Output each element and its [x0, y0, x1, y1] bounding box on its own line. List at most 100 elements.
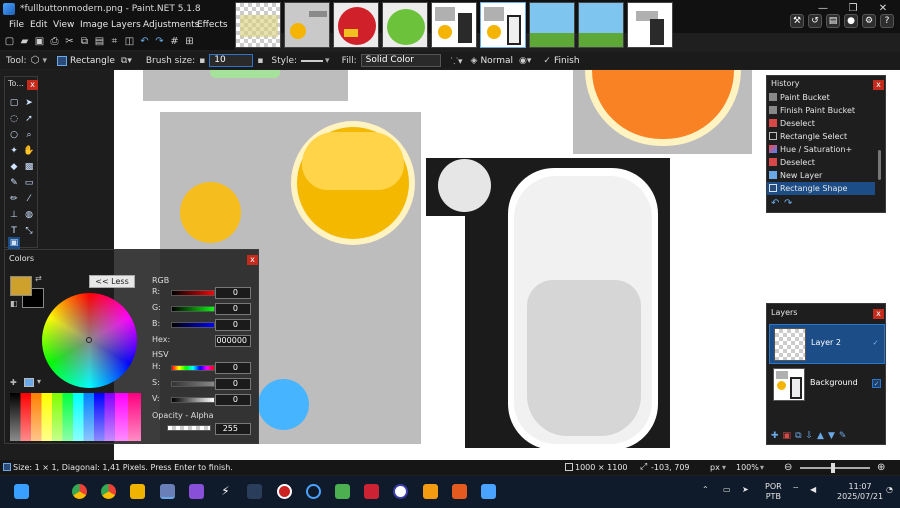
- move-layer-up-icon[interactable]: ▲: [817, 431, 824, 441]
- saturation-value-input[interactable]: 0: [215, 378, 251, 390]
- value-slider[interactable]: [171, 397, 215, 403]
- pan-tool-icon[interactable]: ✋: [23, 145, 35, 157]
- menu-adjustments[interactable]: Adjustments: [143, 17, 199, 33]
- finish-button[interactable]: Finish: [554, 56, 580, 66]
- add-layer-icon[interactable]: ✚: [771, 431, 779, 441]
- move-layer-down-icon[interactable]: ▼: [828, 431, 835, 441]
- game-app-icon[interactable]: [452, 484, 467, 499]
- layer-visibility-checkbox[interactable]: ✓: [872, 379, 881, 388]
- zoom-in-icon[interactable]: ⊕: [877, 460, 885, 475]
- image-tab-4[interactable]: [382, 2, 428, 48]
- zoom-slider-thumb[interactable]: [831, 463, 835, 473]
- pencil-tool-icon[interactable]: ✏: [8, 193, 20, 205]
- eraser-tool-icon[interactable]: ▭: [23, 177, 35, 189]
- palette-dropdown-chevron-icon[interactable]: ▾: [37, 377, 41, 386]
- notepad-app-icon[interactable]: [481, 484, 496, 499]
- ruler-icon[interactable]: ⊞: [184, 36, 195, 47]
- brush-size-decrease-icon[interactable]: ▪: [199, 56, 205, 66]
- image-tab-9[interactable]: [627, 2, 673, 48]
- wifi-icon[interactable]: ⌔: [792, 485, 800, 495]
- style-dropdown-chevron-icon[interactable]: ▾: [325, 56, 330, 66]
- menu-layers[interactable]: Layers: [111, 17, 141, 33]
- clone-stamp-tool-icon[interactable]: ⊥: [8, 209, 20, 221]
- flash-app-icon[interactable]: [364, 484, 379, 499]
- line-style-icon[interactable]: [301, 59, 324, 62]
- gradient-tool-icon[interactable]: ▩: [23, 161, 35, 173]
- layers-panel-close-button[interactable]: x: [873, 309, 884, 319]
- history-item[interactable]: Deselect: [767, 117, 875, 130]
- tray-send-icon[interactable]: ➤: [742, 485, 749, 495]
- move-selected-tool-icon[interactable]: ➤: [23, 97, 35, 109]
- zoom-level[interactable]: 100%: [736, 460, 759, 475]
- hue-slider[interactable]: [171, 365, 215, 371]
- shape-options-icon[interactable]: ⧉▾: [121, 56, 132, 66]
- deselect-icon[interactable]: ◫: [124, 36, 135, 47]
- history-scrollbar[interactable]: [878, 150, 881, 180]
- tool-dropdown-chevron-icon[interactable]: ▾: [43, 56, 48, 66]
- move-selection-tool-icon[interactable]: ➚: [23, 113, 35, 125]
- delete-layer-icon[interactable]: ▣: [783, 431, 792, 441]
- units-dropdown-chevron-icon[interactable]: ▾: [722, 460, 726, 475]
- lasso-select-tool-icon[interactable]: ◌: [8, 113, 20, 125]
- history-item[interactable]: Finish Paint Bucket: [767, 104, 875, 117]
- layer-row-layer-2[interactable]: Layer 2 ✓: [769, 324, 885, 364]
- record-app-icon[interactable]: [277, 484, 292, 499]
- palette-menu-icon[interactable]: [24, 378, 34, 387]
- app-pp-icon[interactable]: [393, 484, 408, 499]
- alpha-value-input[interactable]: 255: [215, 423, 251, 435]
- file-explorer-icon[interactable]: [130, 484, 145, 499]
- grid-icon[interactable]: #: [169, 36, 180, 47]
- green-value-input[interactable]: 0: [215, 303, 251, 315]
- red-slider[interactable]: [171, 290, 215, 296]
- tools-toggle-icon[interactable]: ⚒: [790, 14, 804, 28]
- app-dark-icon[interactable]: [247, 484, 262, 499]
- zoom-tool-icon[interactable]: ⌕: [23, 129, 35, 141]
- colors-panel-close-button[interactable]: x: [247, 255, 258, 265]
- line-curve-tool-icon[interactable]: ⤡: [23, 225, 35, 237]
- cut-icon[interactable]: ✂: [64, 36, 75, 47]
- paste-icon[interactable]: ▤: [94, 36, 105, 47]
- shape-tool-icon[interactable]: ⬡: [30, 55, 41, 66]
- image-tab-3[interactable]: [333, 2, 379, 48]
- layer-row-background[interactable]: Background ✓: [769, 365, 885, 405]
- new-image-icon[interactable]: ▢: [4, 36, 15, 47]
- crop-icon[interactable]: ⌗: [109, 36, 120, 47]
- lightning-app-icon[interactable]: ⚡: [218, 484, 233, 499]
- menu-edit[interactable]: Edit: [30, 17, 47, 33]
- layer-visibility-checkbox[interactable]: ✓: [871, 339, 880, 348]
- blend-mode-dropdown[interactable]: Normal: [480, 56, 513, 66]
- print-icon[interactable]: ⎙: [49, 36, 60, 47]
- paintbrush-tool-icon[interactable]: ✎: [8, 177, 20, 189]
- brush-size-increase-icon[interactable]: ▪: [257, 56, 263, 66]
- less-button[interactable]: << Less: [89, 275, 135, 288]
- undo-icon[interactable]: ↶: [139, 36, 150, 47]
- redo-icon[interactable]: ↷: [154, 36, 165, 47]
- loading-app-icon[interactable]: [306, 484, 321, 499]
- colors-toggle-icon[interactable]: ●: [844, 14, 858, 28]
- alpha-blending-icon[interactable]: ◉▾: [519, 56, 531, 66]
- history-item[interactable]: Hue / Saturation+: [767, 143, 875, 156]
- image-tab-5[interactable]: [431, 2, 477, 48]
- merge-layer-down-icon[interactable]: ⇩: [806, 431, 814, 441]
- help-icon[interactable]: ?: [880, 14, 894, 28]
- hue-value-input[interactable]: 0: [215, 362, 251, 374]
- tools-panel-close-button[interactable]: x: [27, 80, 38, 90]
- volume-icon[interactable]: ◀: [810, 485, 816, 495]
- zoom-dropdown-chevron-icon[interactable]: ▾: [760, 460, 764, 475]
- history-item[interactable]: Rectangle Select: [767, 130, 875, 143]
- clock[interactable]: 11:07 2025/07/21: [837, 482, 883, 502]
- menu-image[interactable]: Image: [80, 17, 108, 33]
- history-item[interactable]: Deselect: [767, 156, 875, 169]
- shape-type-label[interactable]: Rectangle: [70, 56, 115, 66]
- menu-file[interactable]: File: [9, 17, 24, 33]
- recolor-tool-icon[interactable]: ◍: [23, 209, 35, 221]
- saturation-slider[interactable]: [171, 381, 215, 387]
- history-panel-close-button[interactable]: x: [873, 80, 884, 90]
- history-redo-icon[interactable]: ↷: [784, 198, 792, 209]
- chrome-icon[interactable]: [72, 484, 87, 499]
- windows-start-icon[interactable]: [14, 484, 29, 499]
- app-green-icon[interactable]: [335, 484, 350, 499]
- image-tab-8[interactable]: [578, 2, 624, 48]
- brush-size-input[interactable]: 10: [209, 54, 254, 67]
- swap-colors-icon[interactable]: ⇄: [35, 274, 42, 283]
